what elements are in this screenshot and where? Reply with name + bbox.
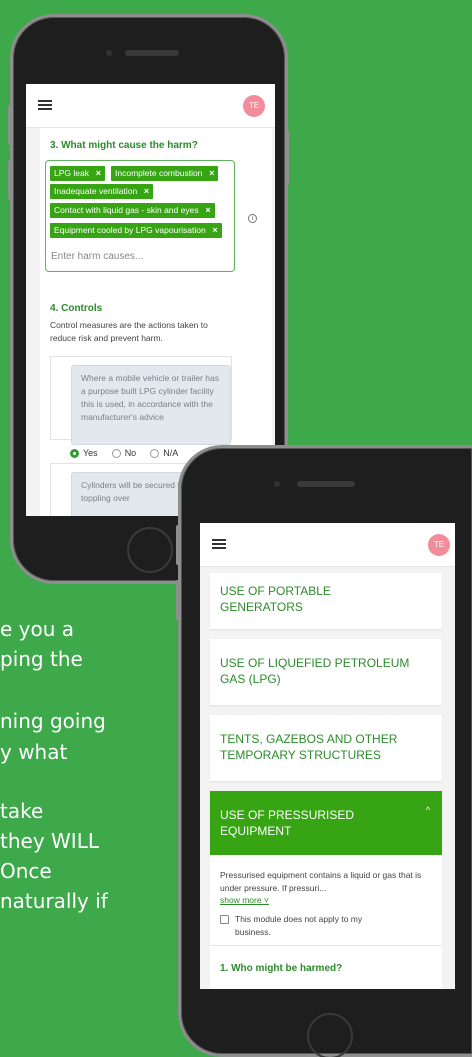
phone2-camera [274,481,280,487]
question-1-title: 1. Who might be harmed? [220,963,343,974]
bg-text-1: e you a [0,617,75,641]
tag-lpg-leak[interactable]: LPG leak × [50,166,105,181]
bg-text-8: naturally if [0,889,108,913]
phone2-screen: TE USE OF PORTABLE GENERATORS USE OF LIQ… [200,523,455,989]
tag-label: LPG leak [54,168,89,178]
phone2-frame: TE USE OF PORTABLE GENERATORS USE OF LIQ… [178,445,472,1057]
not-apply-label: This module does not apply to my busines… [235,914,363,937]
phone1-home-button[interactable] [127,527,173,573]
tag-equipment-cooled[interactable]: Equipment cooled by LPG vapourisation × [50,223,222,238]
tag-inadequate-ventilation[interactable]: Inadequate ventilation × [50,184,154,199]
control-card-1: Where a mobile vehicle or trailer has a … [50,356,232,445]
remove-tag-icon[interactable]: × [96,166,101,181]
radio-na[interactable] [150,448,160,458]
harm-causes-placeholder[interactable]: Enter harm causes... [51,251,143,262]
phone1-speaker [125,50,179,56]
menu-icon[interactable] [212,539,226,549]
tag-label: Contact with liquid gas - skin and eyes [54,205,199,215]
module-tents-gazebos[interactable]: TENTS, GAZEBOS AND OTHER TEMPORARY STRUC… [210,715,442,781]
module-pressurised-equipment[interactable]: USE OF PRESSURISED EQUIPMENT ^ [210,791,442,855]
module-title: TENTS, GAZEBOS AND OTHER TEMPORARY STRUC… [220,732,398,762]
phone2-speaker [297,481,355,487]
control-1-text[interactable]: Where a mobile vehicle or trailer has a … [71,365,231,445]
phone2-body: USE OF PORTABLE GENERATORS USE OF LIQUEF… [200,567,455,989]
radio-no-label: No [124,448,137,458]
tag-label: Equipment cooled by LPG vapourisation [54,225,206,235]
module-lpg[interactable]: USE OF LIQUEFIED PETROLEUM GAS (LPG) [210,639,442,705]
show-more-link[interactable]: show more ˅ [220,895,269,905]
remove-tag-icon[interactable]: × [205,203,210,218]
app-header: TE [200,523,455,567]
phone1-camera [106,50,112,56]
remove-tag-icon[interactable]: × [209,166,214,181]
chevron-up-icon[interactable]: ^ [426,805,430,815]
module-title: USE OF LIQUEFIED PETROLEUM GAS (LPG) [220,656,410,686]
app-header: TE [26,84,275,128]
not-apply-checkbox[interactable] [220,915,229,924]
module-content: Pressurised equipment contains a liquid … [210,855,442,989]
bg-text-4: y what [0,740,68,764]
controls-description: Control measures are the actions taken t… [50,320,208,343]
info-icon[interactable]: i [248,214,257,223]
module-description: Pressurised equipment contains a liquid … [220,870,422,893]
module-title: USE OF PRESSURISED EQUIPMENT [220,808,355,838]
avatar[interactable]: TE [428,534,450,556]
bg-text-7: Once [0,859,52,883]
remove-tag-icon[interactable]: × [212,223,217,238]
phone2-home-button[interactable] [307,1013,353,1057]
tag-label: Inadequate ventilation [54,186,138,196]
radio-no[interactable] [111,448,121,458]
bg-text-3: ning going [0,709,106,733]
bg-text-2: ping the [0,647,83,671]
tag-incomplete-combustion[interactable]: Incomplete combustion × [111,166,219,181]
bg-text-5: take [0,799,44,823]
module-title: USE OF PORTABLE GENERATORS [220,584,331,614]
module-portable-generators[interactable]: USE OF PORTABLE GENERATORS [210,573,442,629]
bg-text-6: they WILL [0,829,99,853]
radio-yes[interactable] [70,448,79,458]
remove-tag-icon[interactable]: × [144,184,149,199]
avatar[interactable]: TE [243,95,265,117]
harm-causes-input[interactable]: LPG leak × Incomplete combustion × Inadequ… [45,160,235,272]
divider [210,945,442,946]
control-1-options: Yes No N/A [70,448,192,458]
menu-icon[interactable] [38,100,52,110]
radio-na-label: N/A [163,448,179,458]
tag-label: Incomplete combustion [115,168,203,178]
radio-yes-label: Yes [83,448,98,458]
tag-contact-liquid-gas[interactable]: Contact with liquid gas - skin and eyes × [50,203,215,218]
section-4-title: 4. Controls [50,303,103,314]
question-3-title: 3. What might cause the harm? [50,140,198,151]
